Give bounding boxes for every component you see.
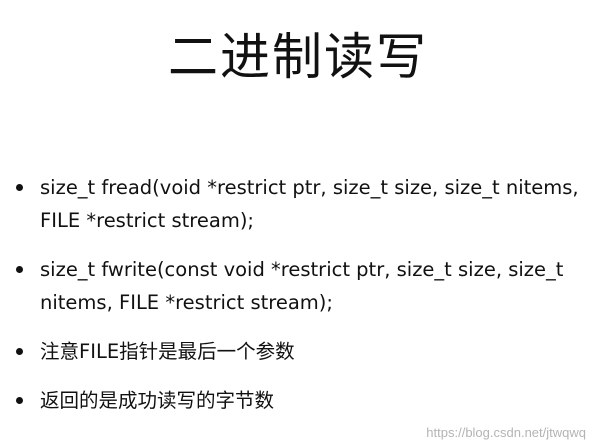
slide-title: 二进制读写: [168, 28, 428, 86]
bullet-item-return-value-note: 返回的是成功读写的字节数: [14, 384, 584, 417]
bullet-text: 返回的是成功读写的字节数: [40, 389, 275, 412]
bullet-item-fwrite: size_t fwrite(const void *restrict ptr, …: [14, 253, 584, 319]
bullet-dot-icon: [16, 348, 23, 355]
bullet-text: 注意FILE指针是最后一个参数: [40, 340, 295, 363]
bullet-item-file-pointer-note: 注意FILE指针是最后一个参数: [14, 335, 584, 368]
bullet-item-fread: size_t fread(void *restrict ptr, size_t …: [14, 171, 584, 237]
watermark: https://blog.csdn.net/jtwqwq: [426, 425, 586, 440]
slide: 二进制读写 size_t fread(void *restrict ptr, s…: [0, 0, 596, 446]
bullet-dot-icon: [16, 397, 23, 404]
bullet-list: size_t fread(void *restrict ptr, size_t …: [14, 171, 584, 417]
bullet-text: size_t fwrite(const void *restrict ptr, …: [40, 258, 564, 314]
bullet-text: size_t fread(void *restrict ptr, size_t …: [40, 176, 579, 232]
bullet-dot-icon: [16, 266, 23, 273]
bullet-dot-icon: [16, 184, 23, 191]
